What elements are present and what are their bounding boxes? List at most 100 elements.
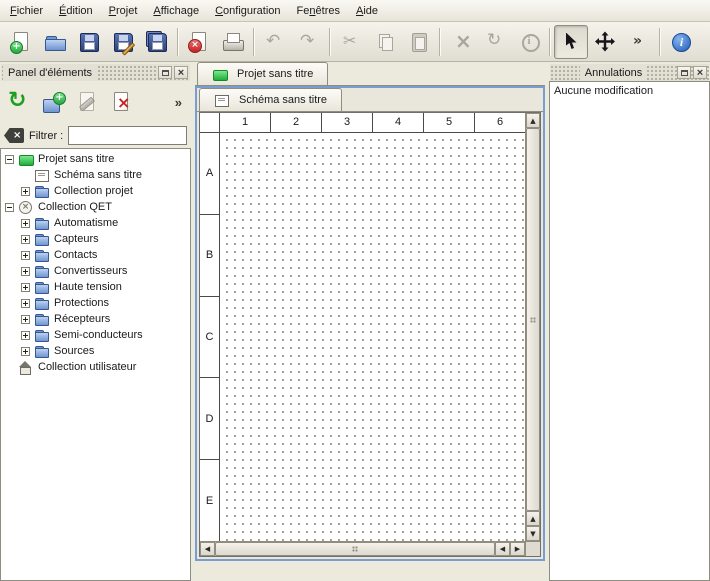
delete-element-button[interactable] bbox=[105, 86, 137, 118]
new-element-button[interactable] bbox=[37, 86, 69, 118]
redo-button[interactable] bbox=[292, 25, 326, 59]
tree-item-convertisseurs[interactable]: Convertisseurs bbox=[1, 263, 190, 279]
collapse-icon[interactable] bbox=[5, 155, 14, 164]
menu-projet[interactable]: Projet bbox=[101, 0, 146, 21]
schema-icon bbox=[34, 169, 50, 182]
horizontal-scrollbar[interactable] bbox=[200, 541, 525, 556]
scroll-right-button[interactable] bbox=[510, 542, 525, 556]
horizontal-scroll-thumb[interactable] bbox=[215, 542, 495, 556]
diagram-view[interactable]: 123456 ABCDE bbox=[199, 112, 541, 557]
scroll-up-button-secondary[interactable] bbox=[526, 511, 540, 526]
expand-icon[interactable] bbox=[21, 299, 30, 308]
toolbar-separator bbox=[439, 28, 441, 56]
menu-fichier[interactable]: Fichier bbox=[2, 0, 51, 21]
project-tab[interactable]: Projet sans titre bbox=[197, 62, 328, 85]
expand-icon[interactable] bbox=[21, 267, 30, 276]
undo-dock-float-button[interactable] bbox=[677, 66, 691, 79]
diagram-canvas[interactable] bbox=[220, 133, 525, 541]
tree-item-capteurs[interactable]: Capteurs bbox=[1, 231, 190, 247]
undo-dock: Annulations Aucune modification bbox=[549, 62, 710, 581]
edit-elem-icon bbox=[75, 90, 99, 114]
folder-icon bbox=[34, 345, 50, 358]
select-mode-button[interactable] bbox=[554, 25, 588, 59]
paste-button[interactable] bbox=[402, 25, 436, 59]
close-file-button[interactable] bbox=[182, 25, 216, 59]
diagram-tab[interactable]: Schéma sans titre bbox=[199, 88, 342, 111]
cut-button[interactable] bbox=[334, 25, 368, 59]
expand-icon[interactable] bbox=[21, 315, 30, 324]
elements-panel-float-button[interactable] bbox=[158, 66, 172, 79]
menu-edition[interactable]: Édition bbox=[51, 0, 101, 21]
edit-element-button[interactable] bbox=[71, 86, 103, 118]
collapse-icon[interactable] bbox=[5, 203, 14, 212]
clear-filter-icon[interactable] bbox=[4, 128, 24, 143]
tree-item-protections[interactable]: Protections bbox=[1, 295, 190, 311]
floppy-stack-icon bbox=[146, 31, 162, 47]
column-header: 4 bbox=[373, 113, 424, 132]
cut-icon bbox=[339, 30, 363, 54]
new-document-button[interactable] bbox=[4, 25, 38, 59]
element-info-button[interactable] bbox=[512, 25, 546, 59]
undo-dock-close-button[interactable] bbox=[693, 66, 707, 79]
tree-item-sources[interactable]: Sources bbox=[1, 343, 190, 359]
tree-item-collection-utilisateur[interactable]: Collection utilisateur bbox=[1, 359, 190, 375]
expand-icon[interactable] bbox=[21, 235, 30, 244]
expand-icon[interactable] bbox=[21, 187, 30, 196]
filter-input[interactable] bbox=[68, 126, 187, 145]
scroll-left-button[interactable] bbox=[200, 542, 215, 556]
scroll-down-button[interactable] bbox=[526, 526, 540, 541]
tree-item-collection-qet[interactable]: Collection QET bbox=[1, 199, 190, 215]
expand-icon[interactable] bbox=[21, 331, 30, 340]
tree-item-contacts[interactable]: Contacts bbox=[1, 247, 190, 263]
toolbar-overflow-button[interactable] bbox=[622, 25, 656, 59]
panel-toolbar-overflow-button[interactable]: » bbox=[169, 95, 188, 110]
pan-mode-button[interactable] bbox=[588, 25, 622, 59]
print-button[interactable] bbox=[216, 25, 250, 59]
expand-icon[interactable] bbox=[21, 251, 30, 260]
scroll-left-button-secondary[interactable] bbox=[495, 542, 510, 556]
menu-aide[interactable]: Aide bbox=[348, 0, 386, 21]
about-button[interactable] bbox=[664, 25, 698, 59]
scroll-up-button[interactable] bbox=[526, 113, 540, 128]
menu-affichage[interactable]: Affichage bbox=[145, 0, 207, 21]
expand-icon[interactable] bbox=[21, 219, 30, 228]
tree-item-projet-sans-titre[interactable]: Projet sans titre bbox=[1, 151, 190, 167]
expand-icon[interactable] bbox=[21, 283, 30, 292]
copy-button[interactable] bbox=[368, 25, 402, 59]
menu-configuration[interactable]: Configuration bbox=[207, 0, 288, 21]
save-all-icon bbox=[145, 30, 169, 54]
vertical-scrollbar[interactable] bbox=[525, 113, 540, 541]
paste-icon bbox=[407, 30, 431, 54]
undo-icon bbox=[263, 30, 287, 54]
delete-button[interactable] bbox=[444, 25, 478, 59]
menu-fenetres[interactable]: Fenêtres bbox=[289, 0, 348, 21]
about-icon bbox=[669, 30, 693, 54]
undo-dock-titlebar[interactable]: Annulations bbox=[550, 64, 709, 81]
tree-item-automatisme[interactable]: Automatisme bbox=[1, 215, 190, 231]
application-window: FichierÉditionProjetAffichageConfigurati… bbox=[0, 0, 710, 581]
tree-item-recepteurs[interactable]: Récepteurs bbox=[1, 311, 190, 327]
rotate-button[interactable] bbox=[478, 25, 512, 59]
undo-history-list[interactable]: Aucune modification bbox=[549, 81, 710, 581]
elements-panel-close-button[interactable] bbox=[174, 66, 188, 79]
close-icon bbox=[178, 67, 184, 79]
save-all-button[interactable] bbox=[140, 25, 174, 59]
reload-collections-button[interactable] bbox=[3, 86, 35, 118]
undo-button[interactable] bbox=[258, 25, 292, 59]
save-icon bbox=[77, 30, 101, 54]
print-icon bbox=[221, 30, 245, 54]
elements-panel-titlebar[interactable]: Panel d'éléments bbox=[1, 64, 190, 81]
vertical-scroll-thumb[interactable] bbox=[526, 128, 540, 511]
tree-item-semi-conducteurs[interactable]: Semi-conducteurs bbox=[1, 327, 190, 343]
open-project-button[interactable] bbox=[38, 25, 72, 59]
expand-icon[interactable] bbox=[21, 347, 30, 356]
tree-item-haute-tension[interactable]: Haute tension bbox=[1, 279, 190, 295]
folder-icon bbox=[34, 233, 50, 246]
save-as-button[interactable] bbox=[106, 25, 140, 59]
tree-item-label: Capteurs bbox=[54, 233, 103, 245]
tree-item-schema-sans-titre[interactable]: Schéma sans titre bbox=[1, 167, 190, 183]
home-icon bbox=[18, 361, 34, 374]
tree-item-collection-projet[interactable]: Collection projet bbox=[1, 183, 190, 199]
save-button[interactable] bbox=[72, 25, 106, 59]
undo-list-item: Aucune modification bbox=[554, 85, 705, 97]
